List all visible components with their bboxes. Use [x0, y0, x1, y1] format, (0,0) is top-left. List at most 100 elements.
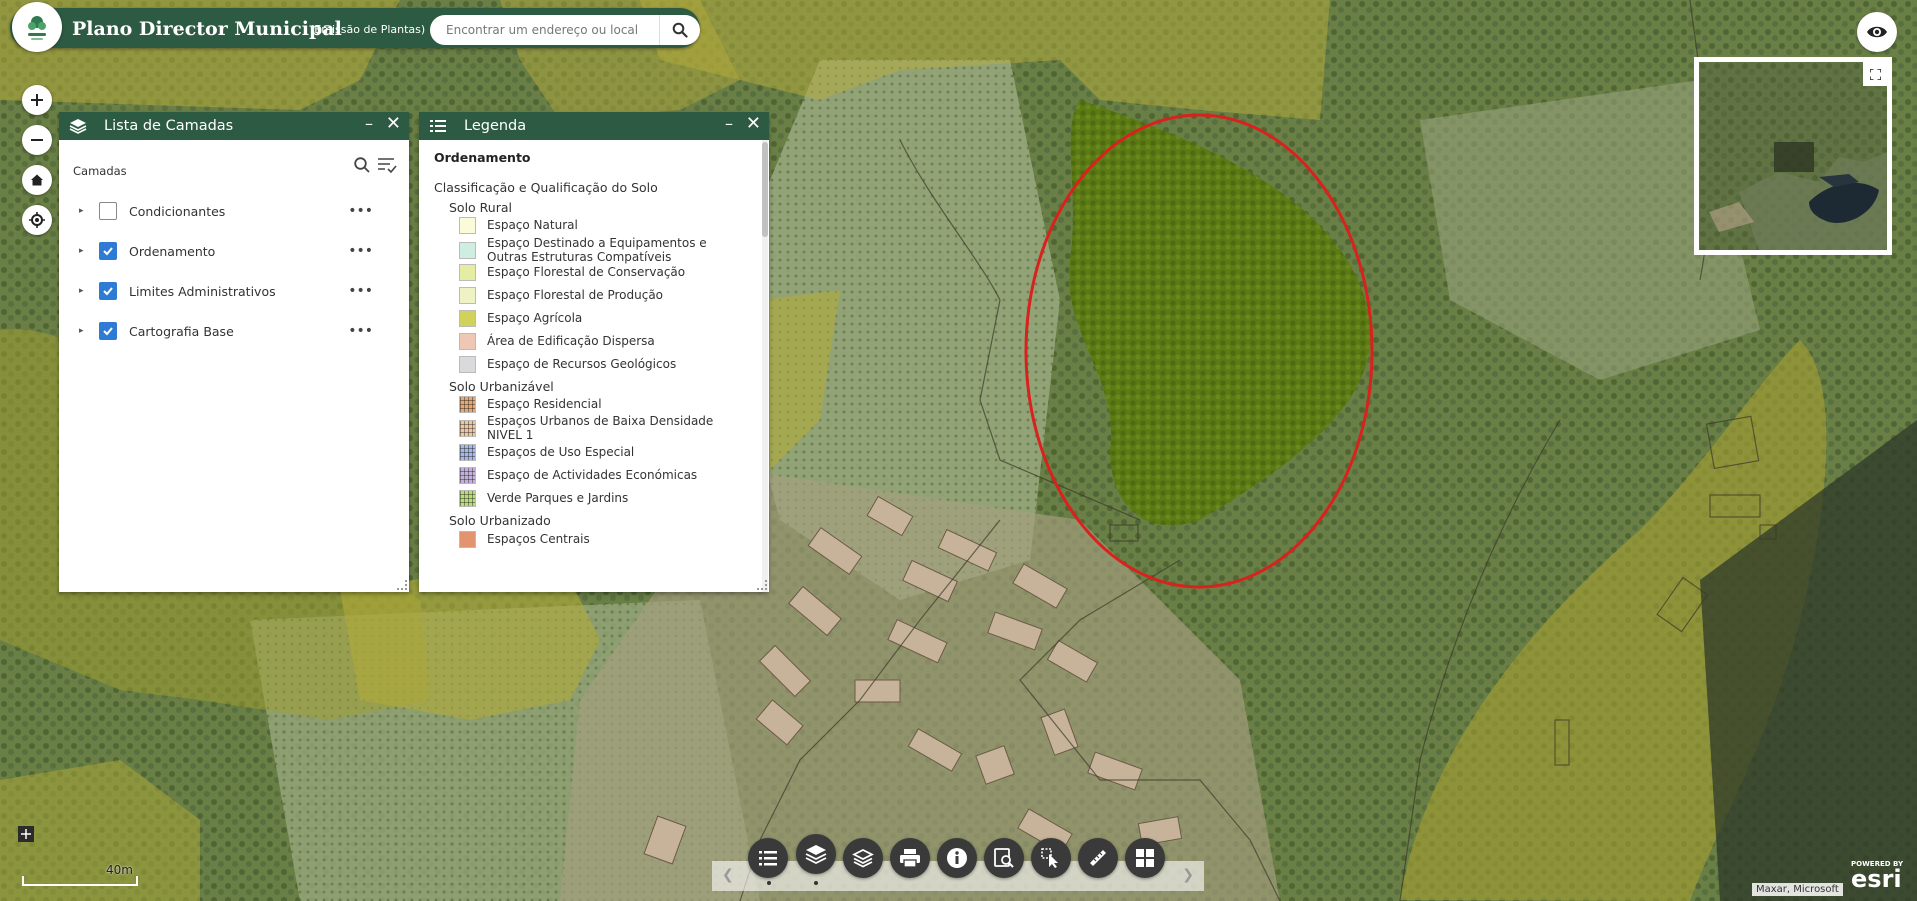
layer-list-header: Lista de Camadas – ✕	[59, 112, 409, 140]
legend-heading: Ordenamento	[434, 150, 531, 165]
check-icon	[103, 327, 113, 336]
layer-item-condicionantes[interactable]: ▸ Condicionantes •••	[79, 200, 399, 222]
measure-tool-button[interactable]	[1078, 838, 1118, 878]
esri-name: esri	[1851, 865, 1902, 893]
legend-item-label: Espaços Urbanos de Baixa Densidade NIVEL…	[487, 414, 714, 442]
resize-handle[interactable]	[397, 580, 407, 590]
expand-caret-icon[interactable]: ▸	[79, 246, 89, 256]
layer-list-tool-button[interactable]	[796, 834, 836, 874]
document-search-icon	[994, 848, 1014, 868]
basemap-tool-button[interactable]	[843, 838, 883, 878]
legend-item-label: Espaço de Recursos Geológicos	[487, 357, 677, 371]
locate-button[interactable]	[22, 205, 52, 235]
zoom-in-button[interactable]	[22, 85, 52, 115]
legend-section: Solo Rural	[449, 200, 512, 215]
search-input[interactable]	[444, 22, 658, 38]
legend-swatch	[459, 396, 476, 413]
coordinate-tool-button[interactable]	[18, 826, 34, 842]
fullscreen-icon	[1869, 68, 1881, 80]
legend-item-label: Espaços Centrais	[487, 532, 590, 546]
legend-item-label: Espaço Florestal de Produção	[487, 288, 664, 302]
more-options-icon[interactable]: •••	[348, 243, 373, 259]
layer-item-ordenamento[interactable]: ▸ Ordenamento •••	[79, 240, 399, 262]
app-subtitle: (Emissão de Plantas)	[310, 23, 426, 36]
toolbar-next-arrow[interactable]: ❯	[1182, 867, 1194, 883]
query-tool-button[interactable]	[984, 838, 1024, 878]
legend-item-label: Verde Parques e Jardins	[487, 491, 629, 505]
close-button[interactable]: ✕	[746, 113, 761, 134]
layer-checkbox[interactable]	[99, 242, 117, 260]
pointer-select-icon	[1041, 848, 1058, 868]
more-options-icon[interactable]: •••	[348, 283, 373, 299]
municipality-logo[interactable]	[12, 2, 62, 52]
legend-tool-button[interactable]	[748, 838, 788, 878]
home-button[interactable]	[22, 165, 52, 195]
info-icon	[947, 848, 967, 868]
layer-checkbox[interactable]	[99, 322, 117, 340]
print-tool-button[interactable]	[890, 838, 930, 878]
print-icon	[900, 849, 920, 868]
visibility-toggle-button[interactable]	[1857, 12, 1897, 52]
minimize-button[interactable]: –	[365, 114, 373, 133]
legend-swatch	[459, 490, 476, 507]
layers-icon	[69, 119, 87, 134]
check-icon	[103, 287, 113, 296]
expand-caret-icon[interactable]: ▸	[79, 206, 89, 216]
legend-scrollbar-thumb[interactable]	[762, 142, 768, 237]
layer-name: Cartografia Base	[129, 323, 234, 339]
scale-bar	[22, 876, 138, 886]
layer-checkbox[interactable]	[99, 202, 117, 220]
minimize-button[interactable]: –	[725, 114, 733, 133]
expand-overview-button[interactable]	[1863, 62, 1887, 86]
expand-caret-icon[interactable]: ▸	[79, 286, 89, 296]
search-button[interactable]	[659, 15, 700, 45]
legend-swatch	[459, 356, 476, 373]
eye-icon	[1867, 26, 1887, 38]
crosshair-icon	[21, 829, 31, 839]
overview-map-image	[1699, 62, 1887, 250]
layer-list-title: Lista de Camadas	[104, 118, 234, 134]
legend-section: Solo Urbanizável	[449, 379, 554, 394]
legend-body[interactable]: Ordenamento Classificação e Qualificação…	[419, 140, 769, 592]
search-box	[430, 15, 700, 45]
zoom-out-button[interactable]	[22, 125, 52, 155]
legend-item-label: Área de Edificação Dispersa	[487, 334, 655, 348]
list-icon	[759, 851, 777, 866]
legend-item-label: Espaço Agrícola	[487, 311, 583, 325]
layer-name: Ordenamento	[129, 243, 216, 259]
map-attribution: Maxar, Microsoft	[1752, 883, 1843, 896]
overview-map[interactable]	[1694, 57, 1892, 255]
legend-item-label: Espaço Florestal de Conservação	[487, 265, 686, 279]
layer-item-limites-administrativos[interactable]: ▸ Limites Administrativos •••	[79, 280, 399, 302]
filter-list-icon[interactable]	[377, 156, 397, 174]
grid-icon	[1136, 849, 1154, 867]
layer-checkbox[interactable]	[99, 282, 117, 300]
legend-group: Classificação e Qualificação do Solo	[434, 180, 658, 195]
info-tool-button[interactable]	[937, 838, 977, 878]
more-options-icon[interactable]: •••	[348, 323, 373, 339]
expand-caret-icon[interactable]: ▸	[79, 326, 89, 336]
legend-swatch	[459, 444, 476, 461]
legend-swatch	[459, 287, 476, 304]
esri-logo[interactable]: POWERED BY esri	[1851, 860, 1903, 893]
grid-tool-button[interactable]	[1125, 838, 1165, 878]
app-header: Plano Director Municipal (Emissão de Pla…	[10, 2, 700, 52]
toolbar-indicator-dot	[767, 881, 771, 885]
layer-item-cartografia-base[interactable]: ▸ Cartografia Base •••	[79, 320, 399, 342]
minus-icon	[31, 139, 43, 141]
close-button[interactable]: ✕	[386, 113, 401, 134]
layer-list-panel: Lista de Camadas – ✕ Camadas ▸ Condicion…	[59, 112, 409, 592]
search-icon[interactable]	[353, 156, 371, 174]
legend-swatch	[459, 531, 476, 548]
legend-swatch	[459, 467, 476, 484]
resize-handle[interactable]	[757, 580, 767, 590]
logo-icon	[28, 16, 46, 40]
legend-list-icon	[430, 120, 446, 132]
toolbar-prev-arrow[interactable]: ❮	[722, 867, 734, 883]
legend-item-label: Espaço Natural	[487, 218, 578, 232]
legend-item-label: Espaço Residencial	[487, 397, 602, 411]
select-tool-button[interactable]	[1031, 838, 1071, 878]
layer-name: Limites Administrativos	[129, 283, 276, 299]
more-options-icon[interactable]: •••	[348, 203, 373, 219]
layer-tools	[353, 156, 397, 174]
